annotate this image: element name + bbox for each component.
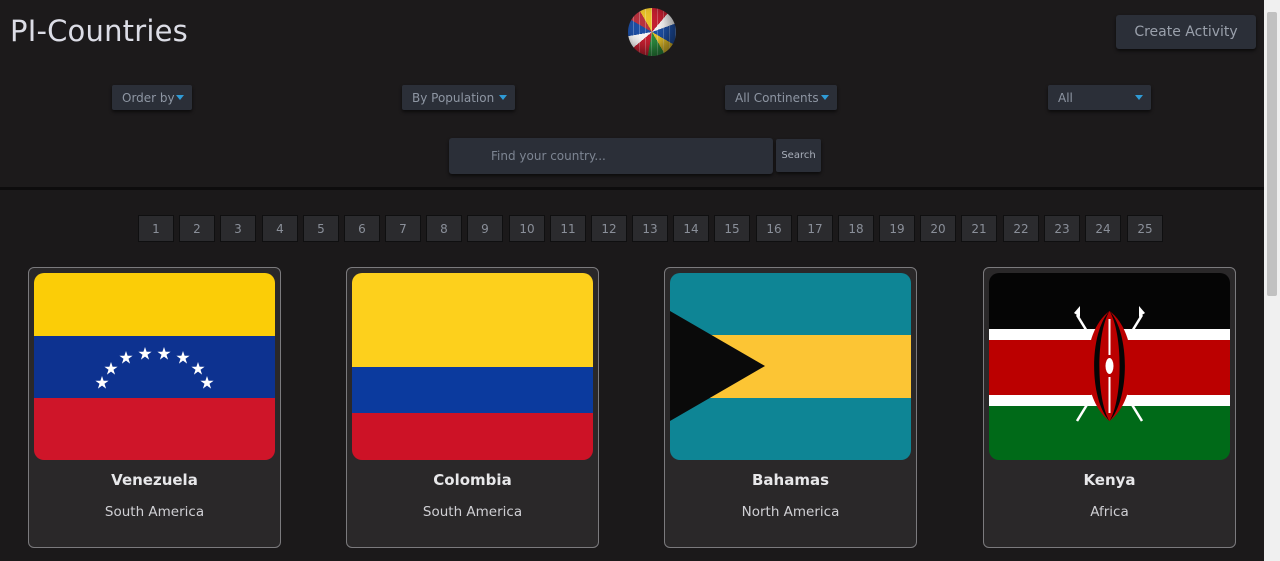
country-card-kenya[interactable]: Kenya Africa [983, 267, 1236, 548]
activity-dropdown[interactable]: All [1048, 85, 1151, 110]
page-button[interactable]: 24 [1085, 215, 1121, 242]
venezuela-flag-icon [34, 273, 275, 460]
page-button[interactable]: 18 [838, 215, 874, 242]
order-by-label: Order by [122, 90, 175, 105]
colombia-flag-icon [352, 273, 593, 460]
population-label: By Population [412, 90, 495, 105]
country-name: Colombia [433, 471, 512, 489]
country-continent: North America [741, 504, 840, 520]
country-card-bahamas[interactable]: Bahamas North America [664, 267, 917, 548]
country-name: Kenya [1083, 471, 1136, 489]
country-name: Venezuela [111, 471, 198, 489]
page-button[interactable]: 17 [797, 215, 833, 242]
country-continent: Africa [1090, 504, 1129, 520]
page-button[interactable]: 23 [1044, 215, 1080, 242]
create-activity-button[interactable]: Create Activity [1116, 15, 1256, 49]
page-button[interactable]: 11 [550, 215, 586, 242]
country-name: Bahamas [751, 471, 830, 489]
kenya-flag-icon [989, 273, 1230, 460]
continent-dropdown[interactable]: All Continents [725, 85, 837, 110]
population-dropdown[interactable]: By Population [402, 85, 515, 110]
app-title: PI-Countries [10, 14, 188, 48]
header: PI-Countries Create Activity Order by By… [0, 0, 1264, 190]
page-button[interactable]: 22 [1003, 215, 1039, 242]
page-button[interactable]: 10 [509, 215, 545, 242]
page-button[interactable]: 19 [879, 215, 915, 242]
page-button[interactable]: 25 [1127, 215, 1163, 242]
page-button[interactable]: 5 [303, 215, 339, 242]
caret-down-icon [821, 95, 829, 100]
page-button[interactable]: 13 [632, 215, 668, 242]
page-button[interactable]: 2 [179, 215, 215, 242]
bahamas-flag-icon [670, 273, 911, 460]
country-card-colombia[interactable]: Colombia South America [346, 267, 599, 548]
page-button[interactable]: 20 [920, 215, 956, 242]
activity-label: All [1058, 90, 1073, 105]
page-button[interactable]: 8 [426, 215, 462, 242]
country-continent: South America [104, 504, 205, 520]
page-button[interactable]: 4 [262, 215, 298, 242]
page-button[interactable]: 6 [344, 215, 380, 242]
country-continent: South America [422, 504, 523, 520]
caret-down-icon [176, 95, 184, 100]
page-button[interactable]: 7 [385, 215, 421, 242]
caret-down-icon [1135, 95, 1143, 100]
page-button[interactable]: 16 [756, 215, 792, 242]
continent-label: All Continents [735, 90, 819, 105]
scrollbar-thumb[interactable] [1267, 12, 1277, 296]
page-button[interactable]: 12 [591, 215, 627, 242]
search-input[interactable] [449, 138, 773, 174]
page-button[interactable]: 14 [673, 215, 709, 242]
search-button[interactable]: Search [776, 139, 821, 172]
page-button[interactable]: 15 [714, 215, 750, 242]
page-button[interactable]: 1 [138, 215, 174, 242]
pagination: 1 2 3 4 5 6 7 8 9 10 11 12 13 14 15 16 1… [0, 215, 1264, 243]
page-button[interactable]: 21 [961, 215, 997, 242]
page-button[interactable]: 3 [220, 215, 256, 242]
country-card-venezuela[interactable]: Venezuela South America [28, 267, 281, 548]
page-button[interactable]: 9 [467, 215, 503, 242]
caret-down-icon [499, 95, 507, 100]
globe-flags-logo-icon [628, 8, 676, 56]
order-by-dropdown[interactable]: Order by [112, 85, 192, 110]
vertical-scrollbar[interactable] [1264, 0, 1280, 561]
